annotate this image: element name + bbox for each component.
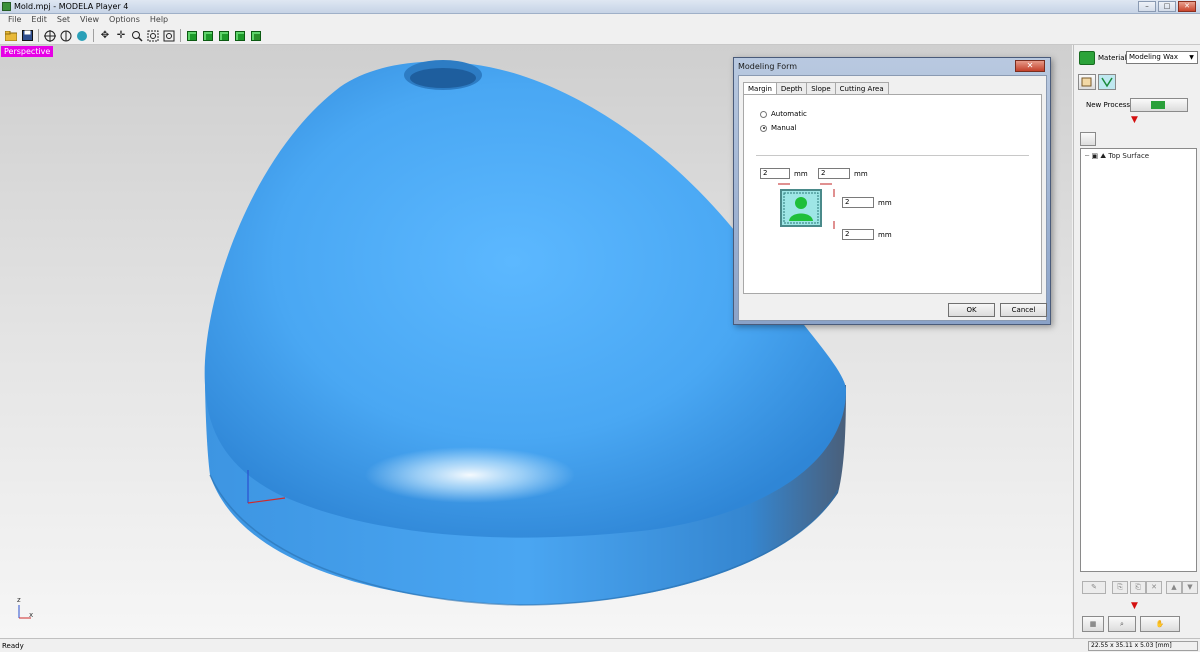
view-top-icon[interactable] [201, 29, 215, 43]
tree-item-top-surface[interactable]: ┈ ▣ ⛰ Top Surface [1085, 152, 1149, 161]
process-panel: Material Modeling Wax ▼ New Process ▼ ┈ … [1073, 45, 1200, 638]
unit-label: mm [878, 231, 892, 239]
material-select[interactable]: Modeling Wax ▼ [1126, 51, 1198, 64]
rotate-view-icon[interactable] [43, 29, 57, 43]
margin-panel: Automatic Manual 2 mm 2 mm 2 mm 2 mm [743, 94, 1042, 294]
menu-edit[interactable]: Edit [26, 14, 52, 27]
tab-cutting-area[interactable]: Cutting Area [834, 82, 889, 94]
tree-branch-icon: ┈ ▣ ⛰ [1085, 152, 1109, 160]
view-front-icon[interactable] [217, 29, 231, 43]
save-icon[interactable] [20, 29, 34, 43]
zoom-fit-icon[interactable] [146, 29, 160, 43]
toolbar: ✥ ✛ [0, 27, 1200, 45]
radio-manual-label: Manual [771, 124, 797, 132]
process-tree[interactable]: ┈ ▣ ⛰ Top Surface [1080, 148, 1197, 572]
minimize-button[interactable]: – [1138, 1, 1156, 12]
margin-bottom-field[interactable]: 2 [842, 229, 874, 240]
process-icon[interactable] [1098, 74, 1116, 90]
margin-right-field[interactable]: 2 [818, 168, 850, 179]
radio-automatic[interactable]: Automatic [760, 110, 807, 118]
unit-label: mm [854, 170, 868, 178]
divider [756, 155, 1029, 156]
view-iso-icon[interactable] [185, 29, 199, 43]
ok-button[interactable]: OK [948, 303, 995, 317]
model-dimensions: 22.55 x 35.11 x 5.03 [mm] [1088, 641, 1198, 651]
down-arrow-icon: ▼ [1131, 601, 1138, 611]
person-icon [783, 192, 819, 224]
move-up-button[interactable]: ▲ [1166, 581, 1182, 594]
simulate-button[interactable]: ⌕ [1108, 616, 1136, 632]
view-mode-label[interactable]: Perspective [1, 46, 54, 57]
chevron-down-icon: ▼ [1189, 54, 1194, 61]
open-folder-icon[interactable] [4, 29, 18, 43]
view-side-icon[interactable] [233, 29, 247, 43]
view-multi-icon[interactable] [249, 29, 263, 43]
close-button[interactable]: ✕ [1178, 1, 1196, 12]
margin-preview-icon [780, 189, 822, 227]
axis-x-label: x [29, 611, 34, 619]
zoom-window-icon[interactable] [162, 29, 176, 43]
new-process-label: New Process [1086, 101, 1131, 109]
radio-manual[interactable]: Manual [760, 124, 796, 132]
copy-process-button[interactable]: ⎘ [1112, 581, 1128, 594]
cut-button[interactable]: ✋ [1140, 616, 1180, 632]
material-icon [1079, 51, 1095, 65]
menu-set[interactable]: Set [52, 14, 75, 27]
menu-bar: File Edit Set View Options Help [0, 14, 1200, 27]
unit-label: mm [794, 170, 808, 178]
material-value: Modeling Wax [1129, 53, 1178, 61]
cancel-button[interactable]: Cancel [1000, 303, 1047, 317]
preview-cut-button[interactable]: ▦ [1082, 616, 1104, 632]
move-down-button[interactable]: ▼ [1182, 581, 1198, 594]
status-bar: Ready 22.55 x 35.11 x 5.03 [mm] [0, 638, 1200, 652]
margin-left-field[interactable]: 2 [760, 168, 790, 179]
model-icon[interactable] [1078, 74, 1096, 90]
menu-file[interactable]: File [3, 14, 26, 27]
rotate-axis-icon[interactable] [59, 29, 73, 43]
down-arrow-icon: ▼ [1131, 115, 1138, 125]
title-bar: Mold.mpj - MODELA Player 4 – □ ✕ [0, 0, 1200, 14]
menu-help[interactable]: Help [145, 14, 173, 27]
menu-options[interactable]: Options [104, 14, 145, 27]
dialog-body: Margin Depth Slope Cutting Area Automati… [738, 75, 1047, 321]
maximize-button[interactable]: □ [1158, 1, 1176, 12]
unit-label: mm [878, 199, 892, 207]
pan-icon[interactable]: ✛ [114, 29, 128, 43]
sphere-view-icon[interactable] [75, 29, 89, 43]
paste-process-button[interactable]: ⎗ [1130, 581, 1146, 594]
tab-slope[interactable]: Slope [806, 82, 836, 94]
zoom-icon[interactable] [130, 29, 144, 43]
app-window: Mold.mpj - MODELA Player 4 – □ ✕ File Ed… [0, 0, 1200, 652]
axis-z-label: z [17, 596, 21, 604]
tree-item-label: Top Surface [1108, 152, 1150, 160]
dialog-title: Modeling Form [738, 62, 798, 71]
margin-top-field[interactable]: 2 [842, 197, 874, 208]
material-label: Material [1098, 54, 1127, 62]
app-icon [2, 2, 11, 11]
modeling-form-dialog: Modeling Form ✕ Margin Depth Slope Cutti… [733, 57, 1051, 325]
delete-process-button[interactable]: ✕ [1146, 581, 1162, 594]
radio-circle-icon [760, 110, 767, 118]
window-title: Mold.mpj - MODELA Player 4 [14, 2, 129, 11]
cube-icon[interactable] [1080, 132, 1096, 146]
move-icon[interactable]: ✥ [98, 29, 112, 43]
status-text: Ready [2, 642, 24, 650]
tab-depth[interactable]: Depth [775, 82, 808, 94]
new-process-button[interactable] [1130, 98, 1188, 112]
menu-view[interactable]: View [75, 14, 104, 27]
edit-process-button[interactable]: ✎ [1082, 581, 1106, 594]
radio-selected-icon [760, 124, 767, 132]
radio-automatic-label: Automatic [771, 110, 807, 118]
dialog-close-button[interactable]: ✕ [1015, 60, 1045, 72]
